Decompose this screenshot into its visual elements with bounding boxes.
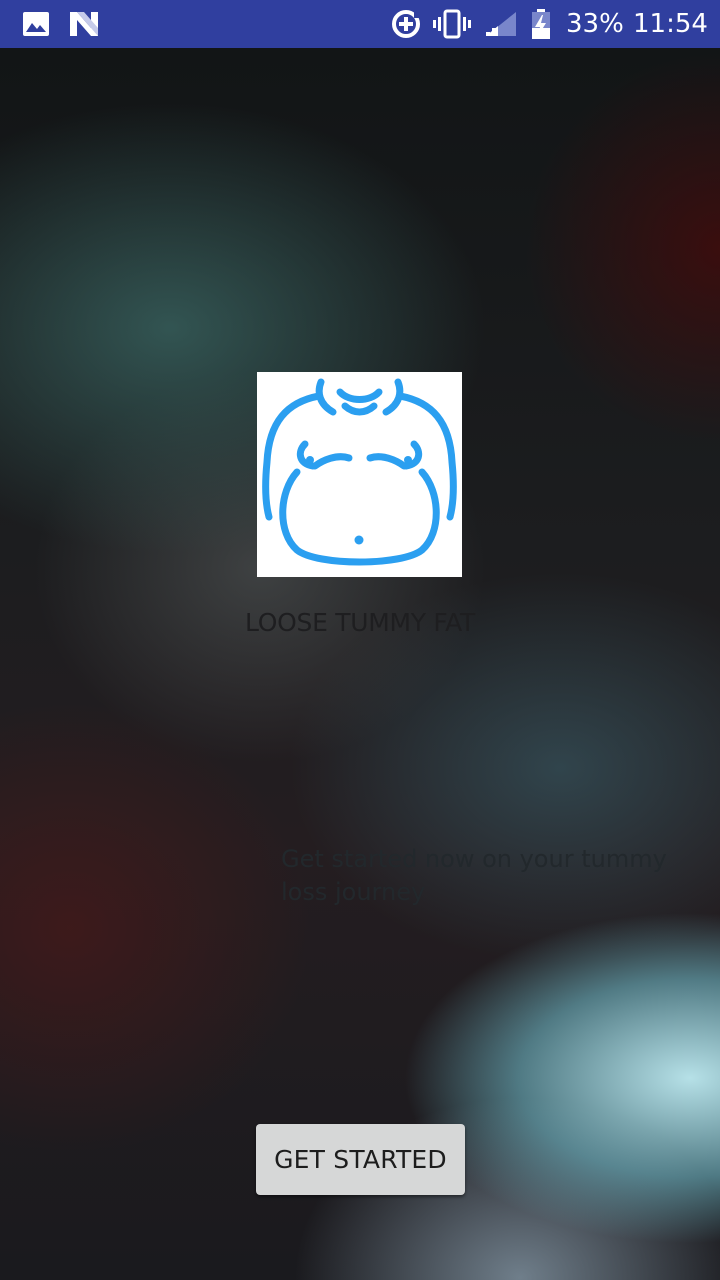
blurred-background	[0, 48, 720, 1280]
tagline: Get started now on your tummy loss journ…	[281, 845, 667, 906]
data-saver-icon	[390, 8, 422, 44]
vibrate-icon	[433, 8, 471, 44]
screen: 33% 11:54 LOOSE TUMMY FAT Get started no…	[0, 0, 720, 1280]
battery-charging-icon	[531, 8, 551, 44]
status-bar: 33% 11:54	[0, 0, 720, 48]
signal-icon	[484, 10, 518, 42]
app-title: LOOSE TUMMY FAT	[245, 608, 475, 637]
clock: 11:54	[633, 9, 708, 39]
app-logo	[257, 372, 462, 577]
n-logo-icon	[68, 10, 100, 42]
image-icon	[22, 11, 50, 41]
belly-icon	[262, 378, 457, 566]
battery-percent: 33%	[566, 9, 624, 39]
get-started-button[interactable]: GET STARTED	[256, 1124, 465, 1195]
